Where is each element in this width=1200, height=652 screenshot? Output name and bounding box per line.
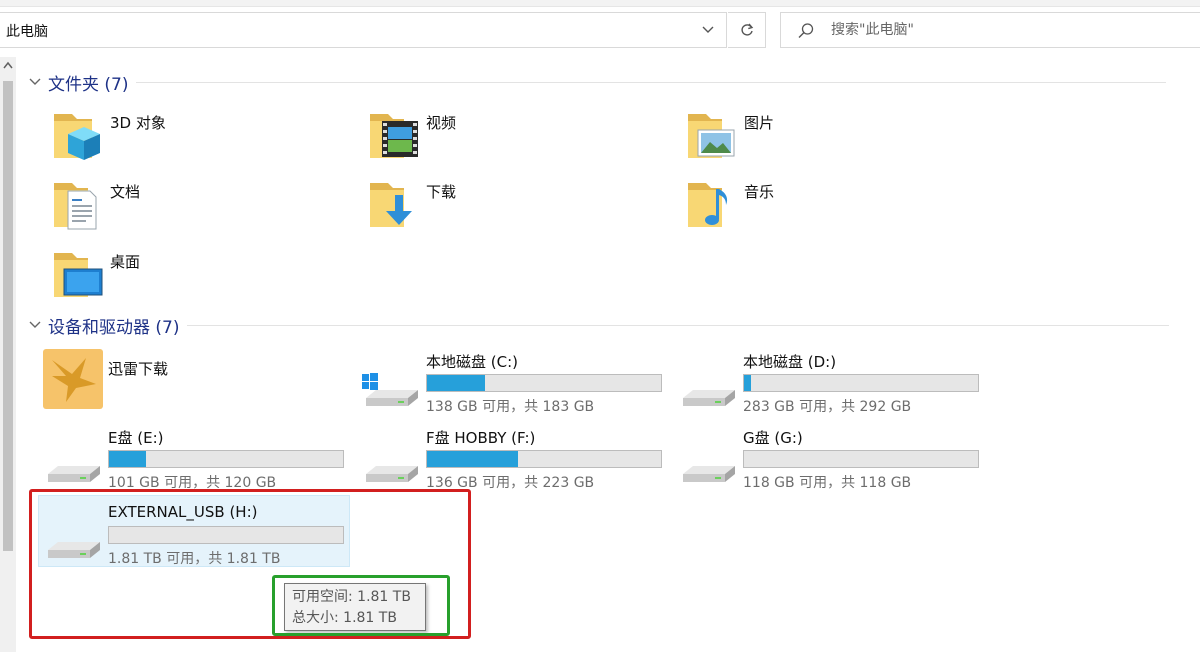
drive-space-text: 283 GB 可用，共 292 GB [743, 399, 912, 415]
search-icon [798, 23, 814, 38]
drive-label: 迅雷下载 [108, 360, 169, 378]
drive-usage-bar [426, 450, 662, 468]
folder-label: 视频 [426, 114, 457, 132]
chevron-down-icon [29, 321, 41, 328]
vertical-scrollbar[interactable] [0, 57, 16, 652]
drive-usage-bar [743, 450, 979, 468]
folder-item-desktop[interactable]: 桌面 [52, 247, 352, 309]
drive-item-d[interactable]: 本地磁盘 (D:) 283 GB 可用，共 292 GB [677, 348, 987, 420]
drive-space-text: 118 GB 可用，共 118 GB [743, 475, 912, 491]
drive-space-text: 138 GB 可用，共 183 GB [426, 399, 595, 415]
drive-label: E盘 (E:) [108, 429, 164, 447]
drive-item-c[interactable]: 本地磁盘 (C:) 138 GB 可用，共 183 GB [360, 348, 670, 420]
thunder-download-icon [43, 349, 103, 409]
folder-item-3d-objects[interactable]: 3D 对象 [52, 108, 352, 170]
chevron-down-icon [702, 26, 714, 33]
drive-usage-bar [743, 374, 979, 392]
refresh-button[interactable] [728, 12, 766, 48]
drive-usage-fill [427, 451, 519, 467]
chevron-down-icon [29, 78, 41, 85]
folder-label: 3D 对象 [110, 114, 166, 132]
hard-drive-icon [366, 466, 418, 482]
drive-item-thunder-download[interactable]: 迅雷下载 [42, 348, 352, 420]
drive-usage-fill [109, 451, 146, 467]
folder-label: 桌面 [110, 253, 141, 271]
drive-item-g[interactable]: G盘 (G:) 118 GB 可用，共 118 GB [677, 424, 987, 496]
videos-folder-icon [370, 114, 418, 158]
ribbon-edge [0, 0, 1200, 7]
folder-item-documents[interactable]: 文档 [52, 177, 352, 239]
hard-drive-icon [683, 390, 735, 406]
folder-item-music[interactable]: 音乐 [686, 177, 986, 239]
folder-label: 文档 [110, 183, 141, 201]
folder-item-videos[interactable]: 视频 [368, 108, 668, 170]
folder-label: 图片 [744, 114, 775, 132]
folder-label: 音乐 [744, 183, 775, 201]
drive-label: 本地磁盘 (C:) [426, 353, 518, 371]
group-title-drives: 设备和驱动器 (7) [48, 317, 180, 338]
music-folder-icon [688, 183, 728, 227]
refresh-icon [740, 23, 753, 36]
group-header-drives[interactable]: 设备和驱动器 (7) [28, 314, 1170, 338]
documents-folder-icon [54, 183, 97, 230]
address-history-dropdown[interactable] [690, 13, 726, 47]
desktop-folder-icon [54, 253, 103, 297]
pictures-folder-icon [688, 114, 735, 158]
group-divider [187, 324, 1170, 326]
group-title-folders: 文件夹 (7) [48, 74, 129, 95]
drive-usage-bar [108, 450, 344, 468]
drive-item-e[interactable]: E盘 (E:) 101 GB 可用，共 120 GB [42, 424, 352, 496]
windows-drive-icon [362, 373, 418, 406]
drive-label: F盘 HOBBY (F:) [426, 429, 536, 447]
drive-item-f[interactable]: F盘 HOBBY (F:) 136 GB 可用，共 223 GB [360, 424, 670, 496]
drive-usage-fill [744, 375, 752, 391]
drive-usage-bar [426, 374, 662, 392]
drive-usage-fill [427, 375, 485, 391]
folder-item-downloads[interactable]: 下载 [368, 177, 668, 239]
search-input[interactable] [831, 19, 1181, 41]
hard-drive-icon [48, 466, 100, 482]
address-path: 此电脑 [6, 24, 48, 40]
folder-item-pictures[interactable]: 图片 [686, 108, 986, 170]
folder-label: 下载 [426, 183, 457, 201]
3d-objects-folder-icon [54, 114, 100, 160]
search-box[interactable] [780, 12, 1200, 48]
hard-drive-icon [683, 466, 735, 482]
scrollbar-thumb[interactable] [3, 81, 13, 551]
downloads-folder-icon [370, 183, 412, 227]
group-header-folders[interactable]: 文件夹 (7) [28, 71, 1167, 95]
green-highlight-frame [272, 575, 450, 636]
address-bar[interactable]: 此电脑 [0, 12, 727, 48]
group-divider [136, 81, 1167, 83]
drive-label: G盘 (G:) [743, 429, 803, 447]
scroll-up-arrow-icon[interactable] [3, 61, 13, 69]
drive-label: 本地磁盘 (D:) [743, 353, 837, 371]
